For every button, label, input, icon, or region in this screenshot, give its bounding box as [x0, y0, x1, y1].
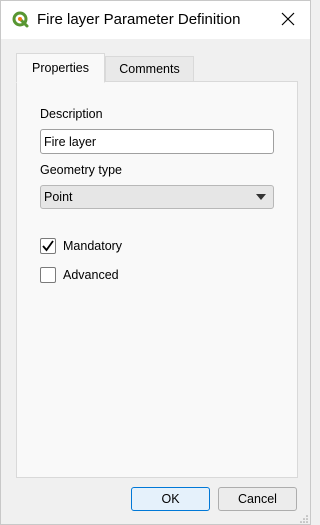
geometry-type-select[interactable]: Point: [40, 185, 274, 209]
description-value: Fire layer: [44, 134, 97, 149]
checkmark-icon: [42, 240, 54, 252]
mandatory-row[interactable]: Mandatory: [40, 237, 122, 255]
chevron-down-icon: [249, 186, 273, 208]
description-input[interactable]: Fire layer: [40, 129, 274, 154]
geometry-type-value: Point: [44, 190, 73, 204]
tab-properties[interactable]: Properties: [16, 53, 105, 83]
resize-grip-icon[interactable]: [299, 513, 309, 523]
qgis-logo-icon: [12, 11, 30, 29]
mandatory-label: Mandatory: [63, 239, 123, 253]
advanced-checkbox[interactable]: [40, 267, 56, 283]
advanced-row[interactable]: Advanced: [40, 266, 119, 284]
description-label: Description: [40, 107, 103, 121]
properties-panel: Description Fire layer Geometry type Poi…: [16, 81, 298, 478]
close-button[interactable]: [266, 1, 310, 39]
title-bar[interactable]: Fire layer Parameter Definition: [1, 1, 310, 39]
geometry-type-label: Geometry type: [40, 163, 122, 177]
cancel-button[interactable]: Cancel: [218, 487, 297, 511]
advanced-label: Advanced: [63, 268, 119, 282]
tab-comments[interactable]: Comments: [105, 56, 194, 82]
mandatory-checkbox[interactable]: [40, 238, 56, 254]
close-icon: [281, 12, 295, 29]
window-title: Fire layer Parameter Definition: [37, 11, 241, 28]
ok-button[interactable]: OK: [131, 487, 210, 511]
dialog-window: Fire layer Parameter Definition Properti…: [0, 0, 311, 525]
